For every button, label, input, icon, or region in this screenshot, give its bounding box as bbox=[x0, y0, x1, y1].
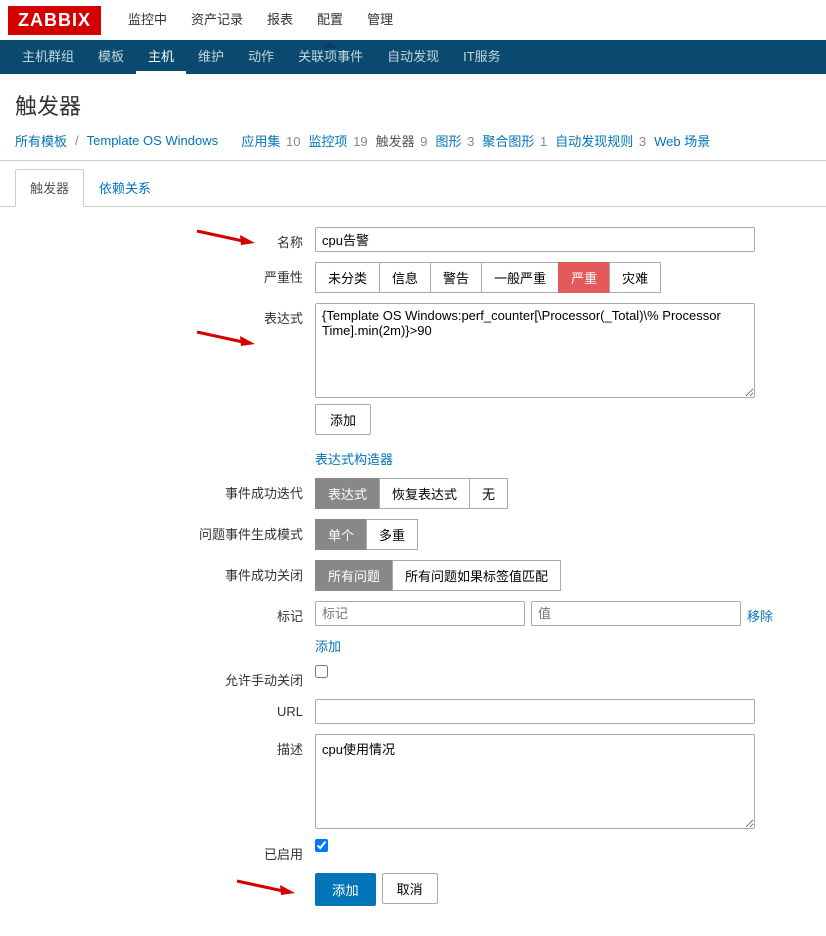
severity-notclassified[interactable]: 未分类 bbox=[315, 262, 380, 293]
crumb-web[interactable]: Web 场景 bbox=[654, 134, 710, 149]
severity-high[interactable]: 严重 bbox=[558, 262, 610, 293]
nav-monitoring[interactable]: 监控中 bbox=[116, 0, 179, 40]
tags-label: 标记 bbox=[15, 601, 315, 625]
tag-name-input[interactable] bbox=[315, 601, 525, 626]
name-label: 名称 bbox=[15, 227, 315, 251]
tag-remove-link[interactable]: 移除 bbox=[747, 606, 773, 625]
crumb-template[interactable]: Template OS Windows bbox=[87, 133, 219, 148]
subnav-maintenance[interactable]: 维护 bbox=[186, 40, 236, 74]
enabled-label: 已启用 bbox=[15, 839, 315, 863]
event-iter-label: 事件成功迭代 bbox=[15, 478, 315, 502]
desc-label: 描述 bbox=[15, 734, 315, 758]
cancel-button[interactable]: 取消 bbox=[382, 873, 438, 904]
severity-warning[interactable]: 警告 bbox=[430, 262, 482, 293]
crumb-sep: / bbox=[75, 133, 79, 148]
event-close-label: 事件成功关闭 bbox=[15, 560, 315, 584]
trigger-form: 名称 严重性 未分类 信息 警告 一般严重 严重 灾难 表达式 {Templat… bbox=[0, 207, 826, 936]
severity-disaster[interactable]: 灾难 bbox=[609, 262, 661, 293]
prob-gen-label: 问题事件生成模式 bbox=[15, 519, 315, 543]
tag-value-input[interactable] bbox=[531, 601, 741, 626]
crumb-screens[interactable]: 聚合图形 bbox=[482, 134, 534, 149]
subnav-discovery[interactable]: 自动发现 bbox=[375, 40, 451, 74]
expr-textarea[interactable]: {Template OS Windows:perf_counter[\Proce… bbox=[315, 303, 755, 398]
event-close-tagmatch[interactable]: 所有问题如果标签值匹配 bbox=[392, 560, 561, 591]
crumb-count: 9 bbox=[420, 134, 427, 149]
severity-average[interactable]: 一般严重 bbox=[481, 262, 559, 293]
severity-info[interactable]: 信息 bbox=[379, 262, 431, 293]
sub-nav: 主机群组 模板 主机 维护 动作 关联项事件 自动发现 IT服务 bbox=[0, 40, 826, 74]
expr-builder-link[interactable]: 表达式构造器 bbox=[315, 449, 393, 468]
crumb-count: 1 bbox=[540, 134, 547, 149]
name-input[interactable] bbox=[315, 227, 755, 252]
crumb-applications[interactable]: 应用集 bbox=[241, 134, 280, 149]
subnav-actions[interactable]: 动作 bbox=[236, 40, 286, 74]
arrow-icon bbox=[235, 877, 295, 898]
prob-gen-multiple[interactable]: 多重 bbox=[366, 519, 418, 550]
subnav-hosts[interactable]: 主机 bbox=[136, 40, 186, 74]
arrow-icon bbox=[195, 227, 255, 248]
url-label: URL bbox=[15, 699, 315, 719]
tab-dependencies[interactable]: 依赖关系 bbox=[84, 169, 166, 206]
nav-reports[interactable]: 报表 bbox=[255, 0, 305, 40]
crumb-items[interactable]: 监控项 bbox=[308, 134, 347, 149]
event-close-all[interactable]: 所有问题 bbox=[315, 560, 393, 591]
subnav-templates[interactable]: 模板 bbox=[86, 40, 136, 74]
url-input[interactable] bbox=[315, 699, 755, 724]
event-iter-recovery[interactable]: 恢复表达式 bbox=[379, 478, 470, 509]
crumb-count: 10 bbox=[286, 134, 300, 149]
crumb-count: 3 bbox=[467, 134, 474, 149]
prob-gen-single[interactable]: 单个 bbox=[315, 519, 367, 550]
severity-label: 严重性 bbox=[15, 262, 315, 286]
arrow-icon bbox=[195, 328, 255, 349]
nav-inventory[interactable]: 资产记录 bbox=[179, 0, 255, 40]
enabled-checkbox[interactable] bbox=[315, 839, 328, 852]
submit-button[interactable]: 添加 bbox=[315, 873, 376, 906]
manual-close-checkbox[interactable] bbox=[315, 665, 328, 678]
page-title: 触发器 bbox=[15, 89, 811, 121]
tab-trigger[interactable]: 触发器 bbox=[15, 169, 84, 207]
crumb-count: 19 bbox=[353, 134, 367, 149]
manual-close-label: 允许手动关闭 bbox=[15, 665, 315, 689]
tabs: 触发器 依赖关系 bbox=[0, 169, 826, 207]
subnav-hostgroups[interactable]: 主机群组 bbox=[10, 40, 86, 74]
event-iter-none[interactable]: 无 bbox=[469, 478, 508, 509]
severity-group: 未分类 信息 警告 一般严重 严重 灾难 bbox=[315, 262, 661, 293]
subnav-itservices[interactable]: IT服务 bbox=[451, 40, 513, 74]
crumb-all-templates[interactable]: 所有模板 bbox=[15, 131, 67, 150]
expr-label: 表达式 bbox=[15, 303, 315, 327]
nav-config[interactable]: 配置 bbox=[305, 0, 355, 40]
logo: ZABBIX bbox=[8, 6, 101, 35]
desc-textarea[interactable]: cpu使用情况 bbox=[315, 734, 755, 829]
breadcrumb: 所有模板 / Template OS Windows 应用集 10 监控项 19… bbox=[0, 131, 826, 161]
crumb-graphs[interactable]: 图形 bbox=[435, 134, 461, 149]
nav-admin[interactable]: 管理 bbox=[355, 0, 405, 40]
crumb-discovery-rules[interactable]: 自动发现规则 bbox=[555, 134, 633, 149]
expr-add-button[interactable]: 添加 bbox=[315, 404, 371, 435]
top-nav: ZABBIX 监控中 资产记录 报表 配置 管理 bbox=[0, 0, 826, 40]
crumb-count: 3 bbox=[639, 134, 646, 149]
tag-add-link[interactable]: 添加 bbox=[315, 636, 341, 655]
crumb-triggers[interactable]: 触发器 bbox=[376, 134, 415, 149]
event-iter-expr[interactable]: 表达式 bbox=[315, 478, 380, 509]
